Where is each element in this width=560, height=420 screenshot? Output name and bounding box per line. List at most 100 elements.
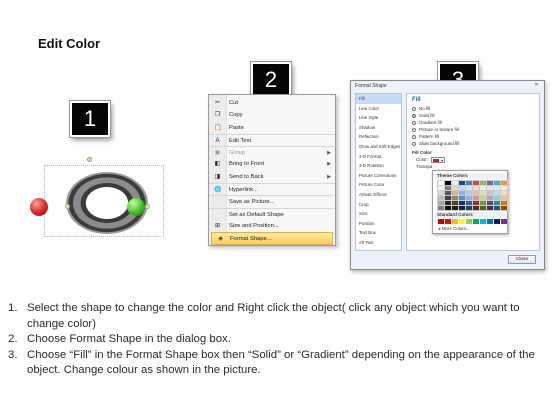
theme-color-swatch[interactable] [458,205,466,211]
red-ball-shape[interactable] [30,198,48,216]
category-item[interactable]: Line Color [356,104,401,114]
theme-color-swatch[interactable] [458,190,466,196]
category-item[interactable]: Crop [356,200,401,210]
color-dropdown-button[interactable]: ▾ [431,156,446,163]
theme-color-swatch[interactable] [444,195,452,201]
category-item[interactable]: Shadow [356,123,401,133]
rotation-handle[interactable] [87,157,92,162]
category-item[interactable]: Glow and Soft Edges [356,142,401,152]
theme-color-swatch[interactable] [437,205,445,211]
theme-color-swatch[interactable] [486,205,494,211]
theme-color-swatch[interactable] [500,180,508,186]
standard-color-swatch[interactable] [473,219,479,224]
theme-color-swatch[interactable] [458,185,466,191]
menu-item-paste[interactable]: 📋 Paste [209,122,335,134]
theme-color-swatch[interactable] [444,205,452,211]
theme-color-swatch[interactable] [486,190,494,196]
fill-option[interactable]: Slide background fill [412,140,534,147]
standard-color-swatch[interactable] [501,219,507,224]
theme-color-swatch[interactable] [465,200,473,206]
theme-color-swatch[interactable] [465,190,473,196]
theme-color-swatch[interactable] [444,200,452,206]
theme-color-swatch[interactable] [500,195,508,201]
category-item[interactable]: 3-D Format [356,152,401,162]
standard-color-swatch[interactable] [494,219,500,224]
category-item[interactable]: Reflection [356,132,401,142]
theme-color-swatch[interactable] [479,180,487,186]
adjust-handle[interactable] [65,204,70,209]
theme-color-swatch[interactable] [479,190,487,196]
theme-color-swatch[interactable] [479,200,487,206]
theme-color-swatch[interactable] [486,180,494,186]
radio-button[interactable] [412,120,416,125]
category-item[interactable]: 3-D Rotation [356,161,401,171]
theme-color-swatch[interactable] [437,180,445,186]
theme-color-swatch[interactable] [493,185,501,191]
close-button[interactable]: Close [508,255,536,264]
theme-color-swatch[interactable] [451,205,459,211]
theme-color-swatch[interactable] [479,185,487,191]
standard-color-swatch[interactable] [459,219,465,224]
theme-color-swatch[interactable] [458,180,466,186]
category-item[interactable]: Text Box [356,228,401,238]
theme-color-swatch[interactable] [472,190,480,196]
menu-item-cut[interactable]: ✂ Cut [209,97,335,109]
theme-color-swatch[interactable] [486,195,494,201]
theme-color-swatch[interactable] [472,200,480,206]
category-item[interactable]: Fill [356,94,401,104]
menu-item-bring-to-front[interactable]: ◧ Bring to Front ▶ [209,158,335,170]
theme-color-swatch[interactable] [437,190,445,196]
theme-color-swatch[interactable] [465,205,473,211]
fill-option[interactable]: Gradient fill [412,119,534,126]
radio-button[interactable] [412,141,416,146]
standard-color-swatch[interactable] [480,219,486,224]
theme-color-swatch[interactable] [451,200,459,206]
theme-color-swatch[interactable] [451,180,459,186]
menu-item-edit-text[interactable]: A Edit Text [209,133,335,146]
theme-color-swatch[interactable] [437,195,445,201]
adjust-handle[interactable] [145,204,150,209]
theme-color-swatch[interactable] [500,200,508,206]
fill-option[interactable]: No fill [412,105,534,112]
radio-button[interactable] [412,106,416,111]
category-item[interactable]: Position [356,219,401,229]
theme-color-swatch[interactable] [500,185,508,191]
menu-item-size-and-position[interactable]: ⊞ Size and Position... [209,220,335,232]
fill-option[interactable]: Picture or texture fill [412,126,534,133]
menu-item-group[interactable]: ▣ Group ▶ [209,146,335,158]
theme-color-swatch[interactable] [451,195,459,201]
theme-color-swatch[interactable] [437,185,445,191]
standard-color-swatch[interactable] [466,219,472,224]
standard-color-swatch[interactable] [452,219,458,224]
theme-color-swatch[interactable] [486,200,494,206]
menu-item-save-as-picture[interactable]: Save as Picture... [209,195,335,207]
standard-color-swatch[interactable] [445,219,451,224]
radio-button[interactable] [412,113,416,118]
theme-color-swatch[interactable] [472,205,480,211]
theme-color-swatch[interactable] [444,185,452,191]
standard-color-swatch[interactable] [487,219,493,224]
theme-color-swatch[interactable] [465,195,473,201]
theme-color-swatch[interactable] [465,180,473,186]
menu-item-copy[interactable]: ❐ Copy [209,109,335,121]
theme-color-swatch[interactable] [493,195,501,201]
theme-color-swatch[interactable] [472,185,480,191]
theme-color-swatch[interactable] [493,200,501,206]
close-icon[interactable]: ✕ [532,82,541,88]
theme-color-swatch[interactable] [444,190,452,196]
more-colors-link[interactable]: ◕ More Colors... [435,226,505,231]
fill-option[interactable]: Solid fill [412,112,534,119]
category-item[interactable]: Picture Corrections [356,171,401,181]
theme-color-swatch[interactable] [451,190,459,196]
fill-option[interactable]: Pattern fill [412,133,534,140]
category-item[interactable]: Size [356,209,401,219]
theme-color-swatch[interactable] [500,190,508,196]
category-item[interactable]: Picture Color [356,180,401,190]
radio-button[interactable] [412,127,416,132]
theme-color-swatch[interactable] [458,195,466,201]
theme-color-swatch[interactable] [479,195,487,201]
theme-color-swatch[interactable] [472,180,480,186]
theme-color-swatch[interactable] [493,180,501,186]
menu-item-set-as-default-shape[interactable]: Set as Default Shape [209,207,335,220]
standard-color-swatch[interactable] [438,219,444,224]
